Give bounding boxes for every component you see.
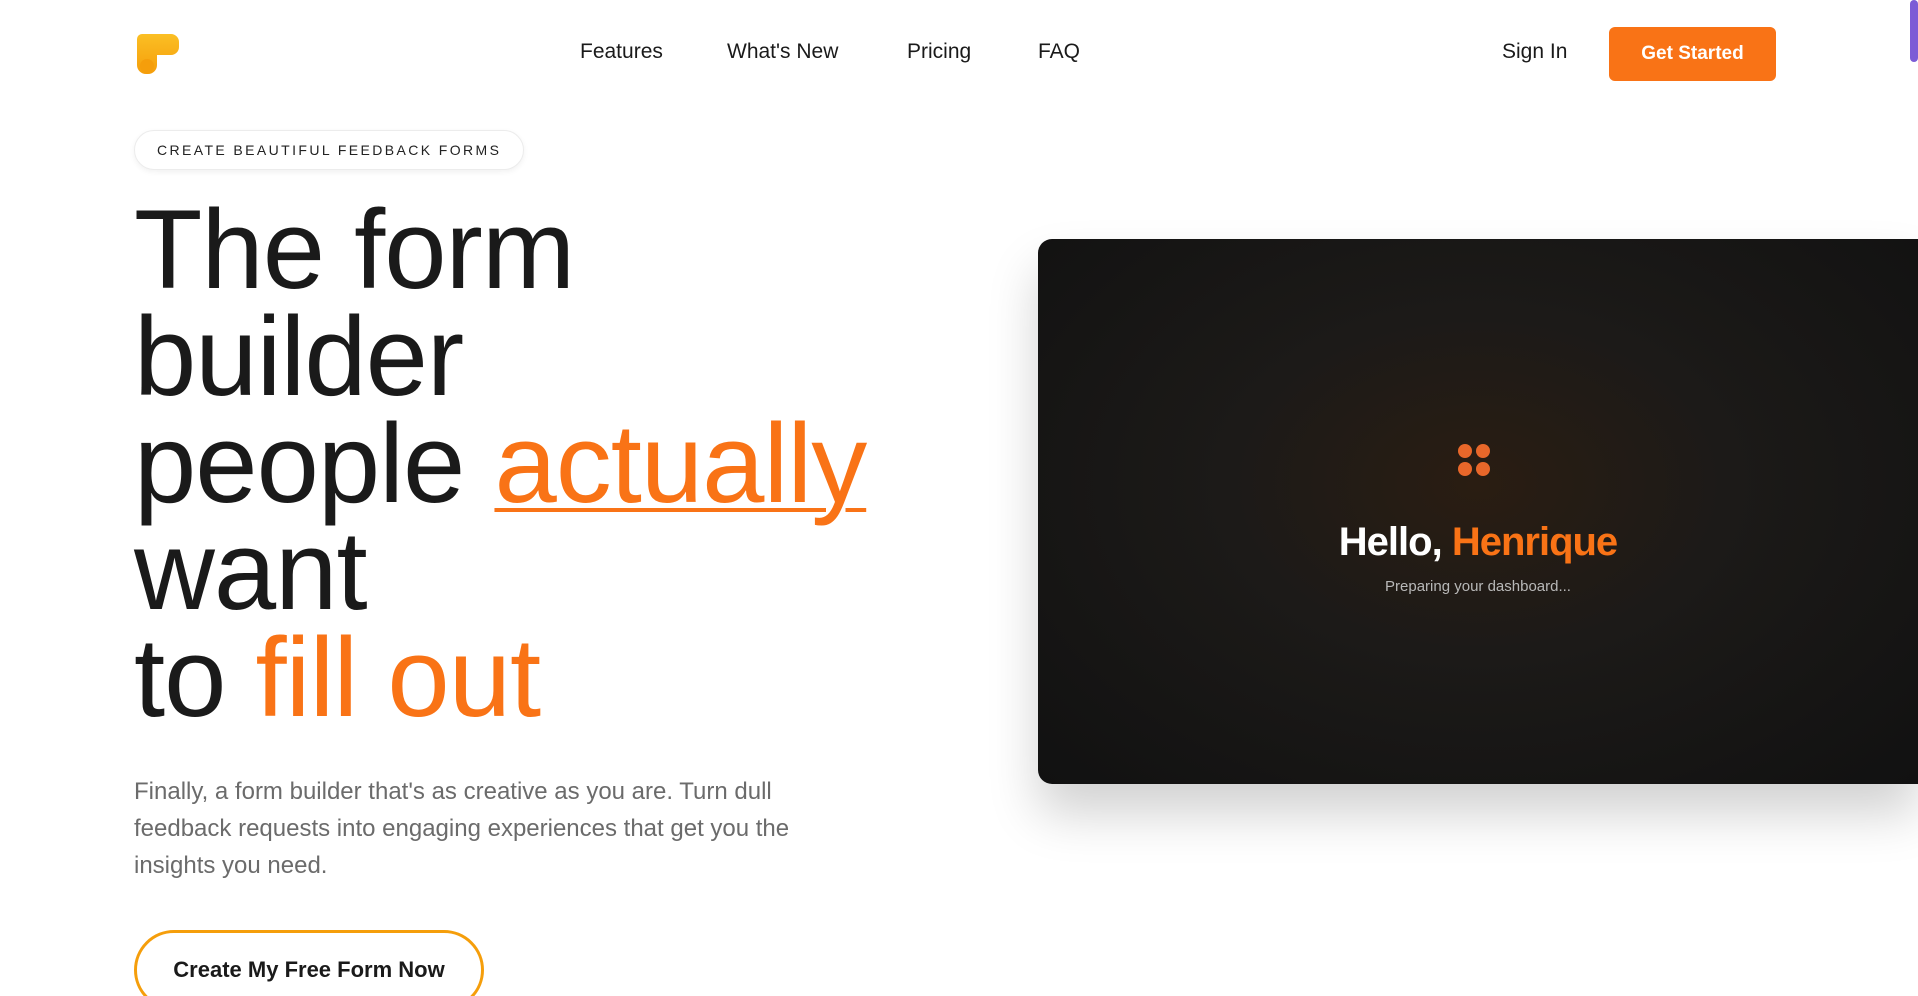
greeting-heading: Hello, Henrique xyxy=(1038,520,1918,565)
greeting-prefix: Hello, xyxy=(1338,520,1443,564)
loading-dots-icon xyxy=(1456,442,1492,478)
landing-page: Features What's New Pricing FAQ Sign In … xyxy=(0,0,1918,996)
headline-line-4: want xyxy=(134,508,368,633)
scrollbar-thumb[interactable] xyxy=(1910,0,1918,62)
eyebrow-badge: CREATE BEAUTIFUL FEEDBACK FORMS xyxy=(134,130,525,170)
headline-line-2: builder xyxy=(134,294,464,419)
headline-accent-fill-out: fill out xyxy=(255,615,542,740)
get-started-button[interactable]: Get Started xyxy=(1609,27,1776,81)
hero-subtext: Finally, a form builder that's as creati… xyxy=(134,778,790,879)
greeting-name: Henrique xyxy=(1441,520,1618,564)
create-form-cta-button[interactable]: Create My Free Form Now xyxy=(134,930,484,996)
brand-logo-icon[interactable] xyxy=(137,30,179,75)
nav-item-whats-new[interactable]: What's New xyxy=(727,40,838,64)
headline-line-5: to fill out xyxy=(134,622,866,734)
dashboard-preview: Hello, Henrique Preparing your dashboard… xyxy=(1038,239,1918,784)
nav-item-pricing[interactable]: Pricing xyxy=(907,40,971,64)
loading-status-text: Preparing your dashboard... xyxy=(1385,578,1571,595)
nav-item-faq[interactable]: FAQ xyxy=(1038,40,1080,64)
headline-line-5-prefix: to xyxy=(134,615,256,740)
nav-item-features[interactable]: Features xyxy=(580,40,663,64)
hero-headline: The form builder people actually want to… xyxy=(134,187,867,734)
headline-accent-actually: actually xyxy=(494,401,867,526)
headline-line-1: The form xyxy=(134,187,575,312)
headline-line-3: people actually xyxy=(134,408,867,520)
sign-in-link[interactable]: Sign In xyxy=(1502,40,1567,64)
